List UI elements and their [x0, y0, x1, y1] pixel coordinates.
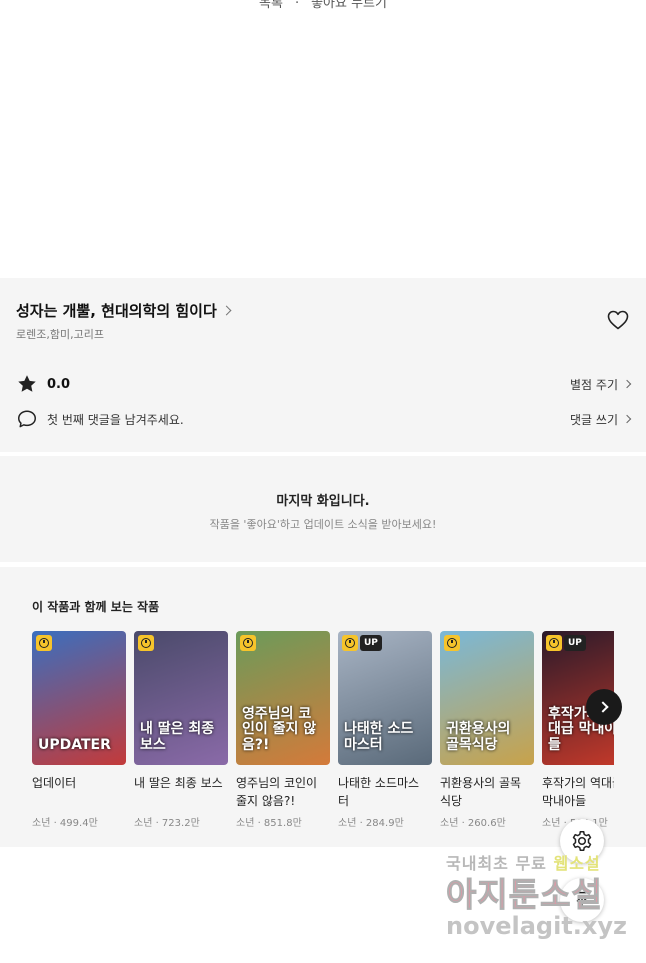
- wait-free-badge: [138, 635, 154, 651]
- up-badge: UP: [360, 635, 382, 651]
- wait-free-badge: [342, 635, 358, 651]
- card-meta: 소년 · 851.8만: [236, 818, 302, 829]
- cover-art-title: 영주님의 코인이 줄지 않음?!: [242, 705, 317, 753]
- recommendations-section: 이 작품과 함께 보는 작품 UPDATER 업데이터소년 · 499.4만 내 딸…: [0, 567, 646, 847]
- wait-free-badge: [546, 635, 562, 651]
- chevron-right-icon: [221, 305, 232, 316]
- comment-row: 첫 번째 댓글을 남겨주세요. 댓글 쓰기: [16, 407, 632, 431]
- crumb-right[interactable]: 좋아요 누르기: [311, 0, 387, 11]
- recommendation-card[interactable]: 귀환용사의 골목식당 귀환용사의 골목식당 소년 · 260.6만: [440, 631, 534, 829]
- wait-free-badge: [240, 635, 256, 651]
- star-icon: [18, 375, 36, 392]
- write-comment-label: 댓글 쓰기: [570, 412, 618, 427]
- watermark-line1: 국내최초 무료: [446, 854, 547, 873]
- comment-prompt: 첫 번째 댓글을 남겨주세요.: [47, 412, 184, 427]
- wait-free-badge: [444, 635, 460, 651]
- work-authors: 로렌조,함미,고리프: [16, 328, 104, 341]
- card-title[interactable]: 나태한 소드마스터: [338, 774, 430, 810]
- clock-icon: [39, 638, 49, 648]
- recommendation-card[interactable]: 영주님의 코인이 줄지 않음?! 영주님의 코인이 줄지 않음?! 소년 · 851…: [236, 631, 330, 829]
- cover-art-title: 귀환용사의 골목식당: [446, 721, 511, 753]
- arrow-up-icon: [574, 891, 590, 909]
- cover-art-title: 내 딸은 최종 보스: [140, 721, 215, 753]
- cover-art-title: 나태한 소드마스터: [344, 721, 414, 753]
- cover-art-title: UPDATER: [38, 736, 111, 753]
- card-title[interactable]: 내 딸은 최종 보스: [134, 774, 226, 810]
- recommendations-title: 이 작품과 함께 보는 작품: [32, 600, 160, 614]
- settings-button[interactable]: [560, 819, 604, 863]
- cover-image[interactable]: 영주님의 코인이 줄지 않음?!: [236, 631, 330, 765]
- watermark: 국내최초 무료 웹소설 아지툰소설 novelagit.xyz: [446, 846, 636, 946]
- up-badge: UP: [564, 635, 586, 651]
- work-title-link[interactable]: 성자는 개뿔, 현대의학의 힘이다: [16, 300, 232, 321]
- chevron-right-icon: [622, 414, 632, 424]
- recommendation-card[interactable]: UP후작가의 역대급 막내아들후작가의 역대급 막내아들소년 · 584.1만: [542, 631, 614, 829]
- scroll-top-button[interactable]: [560, 878, 604, 922]
- work-info-panel: 성자는 개뿔, 현대의학의 힘이다 로렌조,함미,고리프 0.0 별점 주기 첫…: [0, 278, 646, 452]
- clock-icon: [447, 638, 457, 648]
- card-meta: 소년 · 723.2만: [134, 818, 200, 829]
- rate-label: 별점 주기: [570, 377, 618, 392]
- cover-image[interactable]: 귀환용사의 골목식당: [440, 631, 534, 765]
- recommendation-carousel[interactable]: UPDATER 업데이터 소년 · 499.4만 내 딸은 최종 보스 내 딸은 최종 …: [32, 631, 614, 831]
- cover-image[interactable]: UP 나태한 소드마스터: [338, 631, 432, 765]
- last-episode-subtitle: 작품을 '좋아요'하고 업데이트 소식을 받아보세요!: [209, 518, 437, 531]
- breadcrumb: 목록 · 좋아요 누르기: [0, 0, 646, 11]
- card-title[interactable]: 업데이터: [32, 774, 124, 810]
- clock-icon: [141, 638, 151, 648]
- heart-icon[interactable]: [606, 308, 630, 332]
- cover-image[interactable]: UPDATER: [32, 631, 126, 765]
- watermark-line3: novelagit.xyz: [446, 912, 628, 940]
- card-title[interactable]: 영주님의 코인이 줄지 않음?!: [236, 774, 328, 810]
- card-title[interactable]: 후작가의 역대급 막내아들: [542, 774, 614, 810]
- chevron-right-icon: [596, 701, 609, 713]
- recommendation-card[interactable]: 내 딸은 최종 보스 내 딸은 최종 보스 소년 · 723.2만: [134, 631, 228, 829]
- carousel-next-button[interactable]: [586, 689, 622, 725]
- rating-row: 0.0 별점 주기: [16, 372, 632, 396]
- clock-icon: [345, 638, 355, 648]
- crumb-sep: ·: [294, 0, 300, 11]
- comment-bubble-icon: [18, 410, 36, 428]
- card-title[interactable]: 귀환용사의 골목식당: [440, 774, 532, 810]
- card-meta: 소년 · 499.4만: [32, 818, 98, 829]
- card-meta: 소년 · 284.9만: [338, 818, 404, 829]
- chevron-right-icon: [622, 379, 632, 389]
- rate-button[interactable]: 별점 주기: [570, 376, 632, 393]
- write-comment-button[interactable]: 댓글 쓰기: [570, 411, 632, 428]
- last-episode-title: 마지막 화입니다.: [276, 494, 370, 509]
- crumb-left[interactable]: 목록: [259, 0, 283, 11]
- wait-free-badge: [36, 635, 52, 651]
- recommendation-card[interactable]: UPDATER 업데이터소년 · 499.4만: [32, 631, 126, 829]
- cover-image[interactable]: 내 딸은 최종 보스: [134, 631, 228, 765]
- gear-icon: [572, 831, 592, 851]
- card-meta: 소년 · 260.6만: [440, 818, 506, 829]
- clock-icon: [243, 638, 253, 648]
- work-title: 성자는 개뿔, 현대의학의 힘이다: [16, 302, 217, 320]
- rating-value: 0.0: [47, 376, 71, 392]
- last-episode-notice: 마지막 화입니다. 작품을 '좋아요'하고 업데이트 소식을 받아보세요!: [0, 456, 646, 562]
- recommendation-card[interactable]: UP 나태한 소드마스터 나태한 소드마스터 소년 · 284.9만: [338, 631, 432, 829]
- clock-icon: [549, 638, 559, 648]
